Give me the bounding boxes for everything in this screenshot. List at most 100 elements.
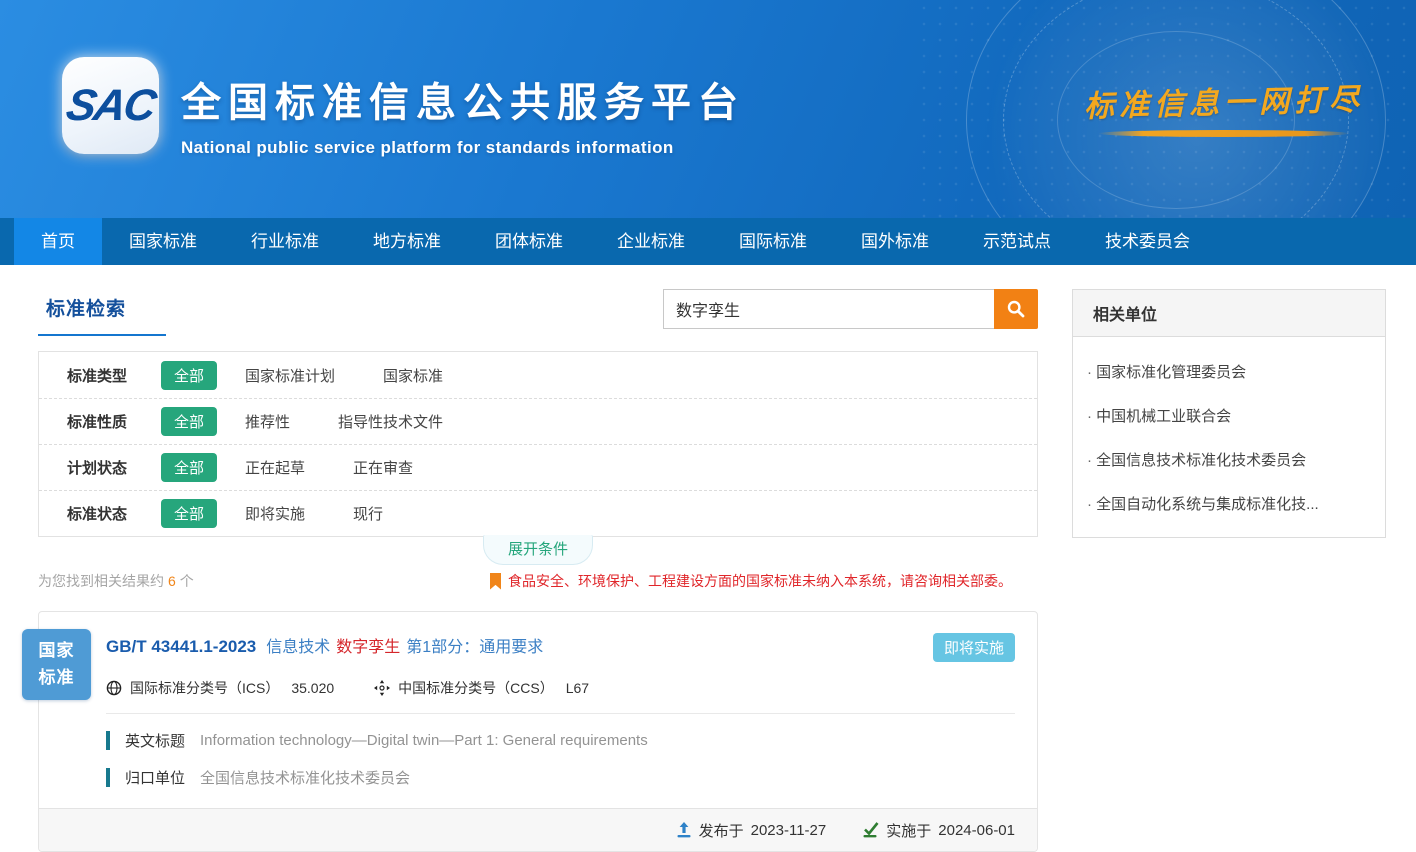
dept-value: 全国信息技术标准化技术委员会 — [200, 767, 410, 788]
page-title: 标准检索 — [46, 299, 126, 320]
filter-option[interactable]: 指导性技术文件 — [338, 411, 443, 432]
filter-option[interactable]: 国家标准计划 — [245, 365, 335, 386]
bookmark-icon — [489, 573, 502, 590]
implement-date-item: 实施于 2024-06-01 — [862, 820, 1015, 841]
publish-label: 发布于 — [699, 820, 744, 841]
nav-tab-industry-standard[interactable]: 行业标准 — [224, 218, 346, 265]
content: 标准检索 标准类型 — [0, 265, 1416, 852]
search-button[interactable] — [994, 289, 1038, 329]
expand-conditions-button[interactable]: 展开条件 — [483, 535, 593, 565]
sidebar-item-automation[interactable]: 全国自动化系统与集成标准化技... — [1073, 479, 1385, 523]
filter-box: 标准类型 全部 国家标准计划 国家标准 标准性质 全部 推荐性 指导性技术文件 … — [38, 351, 1038, 537]
nav-tab-home[interactable]: 首页 — [14, 218, 102, 265]
filter-option[interactable]: 国家标准 — [383, 365, 443, 386]
notice-text: 食品安全、环境保护、工程建设方面的国家标准未纳入本系统，请咨询相关部委。 — [508, 571, 1012, 591]
slogan-text: 标准信息一网打尽 — [1083, 74, 1364, 125]
check-icon — [862, 822, 879, 838]
filter-row-standard-status: 标准状态 全部 即将实施 现行 — [39, 490, 1037, 536]
result-card: 国家 标准 GB/T 43441.1-2023 信息技术数字孪生第1部分：通用要求… — [38, 611, 1038, 852]
related-units-list: 国家标准化管理委员会 中国机械工业联合会 全国信息技术标准化技术委员会 全国自动… — [1073, 337, 1385, 537]
publish-icon — [676, 822, 692, 838]
title-highlight: 数字孪生 — [336, 639, 400, 656]
summary-suffix: 个 — [180, 573, 194, 589]
filter-row-plan-status: 计划状态 全部 正在起草 正在审查 — [39, 444, 1037, 490]
summary-prefix: 为您找到相关结果约 — [38, 573, 164, 589]
ccs-label: 中国标准分类号（CCS） — [398, 678, 554, 698]
card-meta: 国际标准分类号（ICS） 35.020 中国标准分类号（CCS） L6 — [106, 678, 1015, 698]
summary-row: 为您找到相关结果约6个 食品安全、环境保护、工程建设方面的国家标准未纳入本系统，… — [38, 571, 1038, 591]
site-title: 全国标准信息公共服务平台 — [181, 70, 745, 128]
publish-date: 2023-11-27 — [751, 822, 827, 839]
nav-tab-local-standard[interactable]: 地方标准 — [346, 218, 468, 265]
page: SAC 全国标准信息公共服务平台 National public service… — [0, 0, 1416, 845]
title-part: 信息技术 — [266, 639, 330, 656]
dept-row: 归口单位 全国信息技术标准化技术委员会 — [106, 767, 1015, 788]
publish-date-item: 发布于 2023-11-27 — [676, 820, 827, 841]
dept-label: 归口单位 — [125, 767, 185, 788]
nav-tab-group-standard[interactable]: 团体标准 — [468, 218, 590, 265]
title-part: 第1部分：通用要求 — [406, 639, 543, 656]
sac-logo[interactable]: SAC — [62, 57, 159, 154]
filter-option[interactable]: 推荐性 — [245, 411, 290, 432]
site-header: SAC 全国标准信息公共服务平台 National public service… — [0, 0, 1416, 218]
implement-label: 实施于 — [886, 820, 931, 841]
search-input[interactable] — [663, 289, 994, 329]
slogan-block: 标准信息一网打尽 — [1084, 78, 1364, 137]
nav-tab-national-standard[interactable]: 国家标准 — [102, 218, 224, 265]
sidebar-item-it-committee[interactable]: 全国信息技术标准化技术委员会 — [1073, 435, 1385, 479]
main-column: 标准检索 标准类型 — [38, 289, 1038, 852]
filter-option[interactable]: 即将实施 — [245, 503, 305, 524]
search-section-header: 标准检索 — [38, 289, 1038, 336]
filter-option[interactable]: 正在审查 — [353, 457, 413, 478]
compass-icon — [374, 680, 390, 696]
results-count: 6 — [168, 573, 176, 589]
nav-tab-foreign-standard[interactable]: 国外标准 — [834, 218, 956, 265]
nav-tab-technical-committee[interactable]: 技术委员会 — [1078, 218, 1217, 265]
sidebar-item-machinery[interactable]: 中国机械工业联合会 — [1073, 391, 1385, 435]
standard-title-link[interactable]: GB/T 43441.1-2023 信息技术数字孪生第1部分：通用要求 — [106, 633, 543, 657]
tag-line: 标准 — [39, 665, 75, 691]
teal-bar — [106, 768, 110, 787]
filter-all-badge[interactable]: 全部 — [161, 453, 217, 482]
main-nav: 首页 国家标准 行业标准 地方标准 团体标准 企业标准 国际标准 国外标准 示范… — [0, 218, 1416, 265]
site-subtitle: National public service platform for sta… — [181, 138, 745, 158]
card-divider — [106, 713, 1015, 714]
ics-label: 国际标准分类号（ICS） — [130, 678, 279, 698]
related-units-panel: 相关单位 国家标准化管理委员会 中国机械工业联合会 全国信息技术标准化技术委员会… — [1072, 289, 1386, 538]
implement-date: 2024-06-01 — [938, 822, 1015, 839]
filter-label: 标准状态 — [67, 503, 161, 524]
ccs-value: L67 — [566, 680, 589, 696]
filter-label: 计划状态 — [67, 457, 161, 478]
sac-logo-text: SAC — [63, 81, 159, 131]
filter-label: 标准性质 — [67, 411, 161, 432]
card-head: GB/T 43441.1-2023 信息技术数字孪生第1部分：通用要求 即将实施 — [106, 633, 1015, 662]
search-group — [663, 289, 1038, 329]
results-summary: 为您找到相关结果约6个 — [38, 571, 194, 591]
filter-all-badge[interactable]: 全部 — [161, 361, 217, 390]
notice: 食品安全、环境保护、工程建设方面的国家标准未纳入本系统，请咨询相关部委。 — [489, 571, 1012, 591]
filter-option[interactable]: 正在起草 — [245, 457, 305, 478]
slogan-underline — [1098, 130, 1350, 137]
nav-tab-international-standard[interactable]: 国际标准 — [712, 218, 834, 265]
tag-line: 国家 — [39, 638, 75, 664]
filter-all-badge[interactable]: 全部 — [161, 407, 217, 436]
sidebar-item-sac[interactable]: 国家标准化管理委员会 — [1073, 347, 1385, 391]
standard-code: GB/T 43441.1-2023 — [106, 637, 256, 656]
ics-value: 35.020 — [291, 680, 334, 696]
english-title-value: Information technology—Digital twin—Part… — [200, 732, 648, 749]
ics-meta: 国际标准分类号（ICS） 35.020 — [106, 678, 334, 698]
related-units-title: 相关单位 — [1073, 290, 1385, 337]
nav-tab-enterprise-standard[interactable]: 企业标准 — [590, 218, 712, 265]
filter-row-standard-type: 标准类型 全部 国家标准计划 国家标准 — [39, 352, 1037, 398]
filter-all-badge[interactable]: 全部 — [161, 499, 217, 528]
status-badge: 即将实施 — [933, 633, 1015, 662]
globe-icon — [106, 680, 122, 696]
english-title-label: 英文标题 — [125, 730, 185, 751]
filter-label: 标准类型 — [67, 365, 161, 386]
filter-option[interactable]: 现行 — [353, 503, 383, 524]
nav-tab-pilot-demo[interactable]: 示范试点 — [956, 218, 1078, 265]
ccs-meta: 中国标准分类号（CCS） L67 — [374, 678, 589, 698]
teal-bar — [106, 731, 110, 750]
section-title-wrap: 标准检索 — [38, 289, 166, 336]
filter-row-standard-nature: 标准性质 全部 推荐性 指导性技术文件 — [39, 398, 1037, 444]
